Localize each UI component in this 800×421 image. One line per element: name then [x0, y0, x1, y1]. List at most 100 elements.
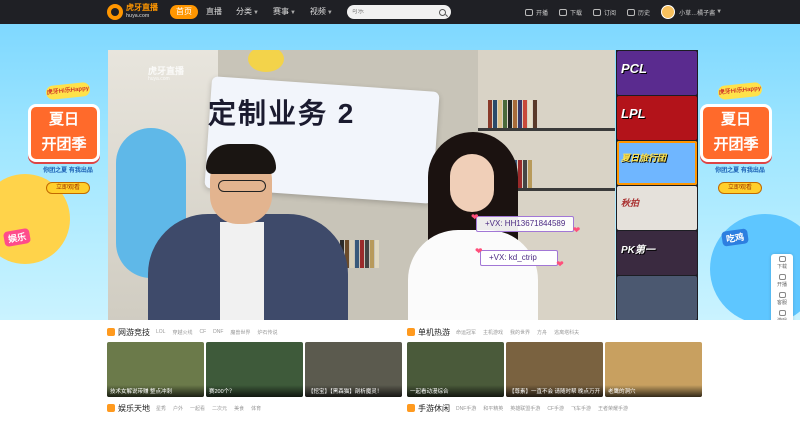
- stream-banner-text: 定制业务 2: [208, 98, 356, 129]
- stream-card[interactable]: 赛200个？: [206, 342, 303, 397]
- logo-subtext: huya.com: [126, 13, 150, 19]
- stream-card[interactable]: 技术女解说带赚 整点冲刺: [107, 342, 204, 397]
- console-icon: [407, 328, 415, 336]
- heart-icon: [593, 8, 602, 16]
- stream-card[interactable]: 【挖宝】【黑森猫】剖析魔灵！: [305, 342, 402, 397]
- category-link[interactable]: 主机游戏: [483, 329, 503, 336]
- mascot-figure: [248, 50, 284, 72]
- category-link[interactable]: 逃离塔科夫: [554, 329, 579, 336]
- video-scene: [488, 100, 538, 128]
- category-header: 网游竞技 LOL 穿越火线 CF DNF 魔兽世界 炉石传说: [107, 326, 284, 338]
- category-link[interactable]: 美食: [234, 405, 244, 412]
- stream-card[interactable]: 【尊素】一直不会 请随时帮 晚点万开: [506, 342, 603, 397]
- category-link[interactable]: 炉石传说: [257, 329, 277, 336]
- mobile-icon: [407, 404, 415, 412]
- broadcast-icon: [525, 8, 533, 16]
- category-link[interactable]: 方舟: [537, 329, 547, 336]
- gamepad-icon: [107, 328, 115, 336]
- header-link-subscribe[interactable]: 订阅: [593, 8, 616, 17]
- category-link[interactable]: 穿越火线: [172, 329, 192, 336]
- category-link[interactable]: 我的世界: [510, 329, 530, 336]
- streamer-host: [148, 144, 348, 320]
- search-input[interactable]: [351, 9, 432, 15]
- category-link[interactable]: LOL: [156, 329, 165, 335]
- category-link[interactable]: 体育: [251, 405, 261, 412]
- stream-card-row: 技术女解说带赚 整点冲刺 赛200个？ 【挖宝】【黑森猫】剖析魔灵！: [107, 342, 404, 397]
- download-icon: [559, 8, 568, 16]
- live-thumbnail[interactable]: PK第一: [617, 231, 697, 275]
- live-thumbnail[interactable]: PCL: [617, 51, 697, 95]
- main-nav: 首页 直播 分类▼ 赛事▼ 视频▼: [170, 5, 341, 19]
- header-links: 开播 下载 订阅 历史 小草…橘子酱 ▼: [525, 0, 733, 24]
- live-thumbnail[interactable]: LPL: [617, 96, 697, 140]
- side-ad-left[interactable]: 虎牙Hi乐Happy 夏日 开团季 你团之夏 有我出品 立即观看: [28, 81, 108, 224]
- header-link-broadcast[interactable]: 开播: [525, 8, 548, 17]
- category-header: 手游休闲 DNF手游 和平精英 英雄联盟手游 CF手游 飞车手游 王者荣耀手游: [407, 402, 635, 414]
- category-link[interactable]: 王者荣耀手游: [598, 405, 628, 412]
- ad-title: 夏日 开团季: [28, 104, 100, 162]
- side-ad-right[interactable]: 虎牙Hi乐Happy 夏日 开团季 你团之夏 有我出品 立即观看: [700, 81, 780, 224]
- category-title[interactable]: 网游竞技: [118, 327, 150, 338]
- category-link[interactable]: 魔兽世界: [230, 329, 250, 336]
- user-name[interactable]: 小草…橘子酱 ▼: [679, 8, 722, 17]
- float-broadcast[interactable]: 开播: [771, 272, 793, 290]
- nav-live[interactable]: 直播: [200, 5, 228, 19]
- category-link[interactable]: DNF手游: [456, 405, 476, 412]
- watch-now-button[interactable]: 立即观看: [718, 182, 762, 194]
- broadcast-icon: [778, 274, 786, 280]
- float-download[interactable]: 下载: [771, 254, 793, 272]
- site-logo[interactable]: 虎牙直播 huya.com: [107, 4, 167, 20]
- category-title[interactable]: 手游休闲: [418, 403, 450, 414]
- watch-now-button[interactable]: 立即观看: [46, 182, 90, 194]
- category-link[interactable]: 和平精英: [483, 405, 503, 412]
- top-navbar: 虎牙直播 huya.com 首页 直播 分类▼ 赛事▼ 视频▼ 开播 下载 订阅…: [0, 0, 800, 24]
- live-thumbnail-list: PCL LPL 夏日旅行团 秋拍 PK第一: [616, 50, 698, 320]
- logo-text: 虎牙直播: [126, 3, 158, 12]
- header-link-download[interactable]: 下载: [559, 8, 582, 17]
- ad-title: 夏日 开团季: [700, 104, 772, 162]
- category-link[interactable]: 飞车手游: [571, 405, 591, 412]
- category-link[interactable]: 二次元: [212, 405, 227, 412]
- float-service[interactable]: 客服: [771, 290, 793, 308]
- ad-badge: 虎牙Hi乐Happy: [717, 81, 763, 101]
- avatar[interactable]: [661, 5, 676, 19]
- stream-card[interactable]: 老鹰的洞穴: [605, 342, 702, 397]
- ad-badge: 虎牙Hi乐Happy: [45, 81, 91, 101]
- search-icon[interactable]: [438, 8, 446, 16]
- category-section: 网游竞技 LOL 穿越火线 CF DNF 魔兽世界 炉石传说 技术女解说带赚 整…: [0, 320, 800, 421]
- nav-home[interactable]: 首页: [170, 5, 198, 19]
- category-title[interactable]: 单机热游: [418, 327, 450, 338]
- video-scene: [478, 128, 615, 131]
- chevron-down-icon: ▼: [326, 10, 333, 16]
- stream-card[interactable]: 一起看动漫综合: [407, 342, 504, 397]
- star-icon: [107, 404, 115, 412]
- chevron-down-icon: ▼: [289, 10, 296, 16]
- live-video-player[interactable]: 定制业务 2 虎牙直播 huya.com: [108, 50, 615, 320]
- header-link-history[interactable]: 历史: [627, 8, 650, 17]
- category-link[interactable]: 英雄联盟手游: [510, 405, 540, 412]
- ad-subtitle: 你团之夏 有我出品: [715, 168, 765, 174]
- hero-banner: 虎牙Hi乐Happy 夏日 开团季 你团之夏 有我出品 立即观看 娱乐 虎牙Hi乐…: [0, 24, 800, 320]
- chevron-down-icon: ▼: [253, 10, 259, 16]
- nav-video[interactable]: 视频▼: [304, 5, 339, 19]
- stream-overlay-text: +VX: HH13671844589: [471, 210, 581, 237]
- live-thumbnail[interactable]: 秋拍: [617, 186, 697, 230]
- live-thumbnail-active[interactable]: 夏日旅行团: [617, 141, 697, 185]
- category-header: 单机热游 命运冠军 主机游戏 我的世界 方舟 逃离塔科夫: [407, 326, 586, 338]
- category-link[interactable]: CF: [199, 329, 206, 335]
- category-link[interactable]: 命运冠军: [456, 329, 476, 336]
- chevron-down-icon: ▼: [716, 9, 723, 15]
- history-icon: [627, 8, 636, 16]
- category-link[interactable]: DNF: [213, 329, 223, 335]
- category-link[interactable]: 一起看: [190, 405, 205, 412]
- category-title[interactable]: 娱乐天地: [118, 403, 150, 414]
- category-link[interactable]: 户外: [173, 405, 183, 412]
- nav-category[interactable]: 分类▼: [230, 5, 265, 19]
- category-link[interactable]: 星秀: [156, 405, 166, 412]
- category-link[interactable]: CF手游: [547, 405, 564, 412]
- ad-subtitle: 你团之夏 有我出品: [43, 168, 93, 174]
- nav-events[interactable]: 赛事▼: [267, 5, 302, 19]
- live-thumbnail[interactable]: [617, 276, 697, 320]
- video-watermark-sub: huya.com: [148, 76, 170, 82]
- search-box: [346, 5, 451, 19]
